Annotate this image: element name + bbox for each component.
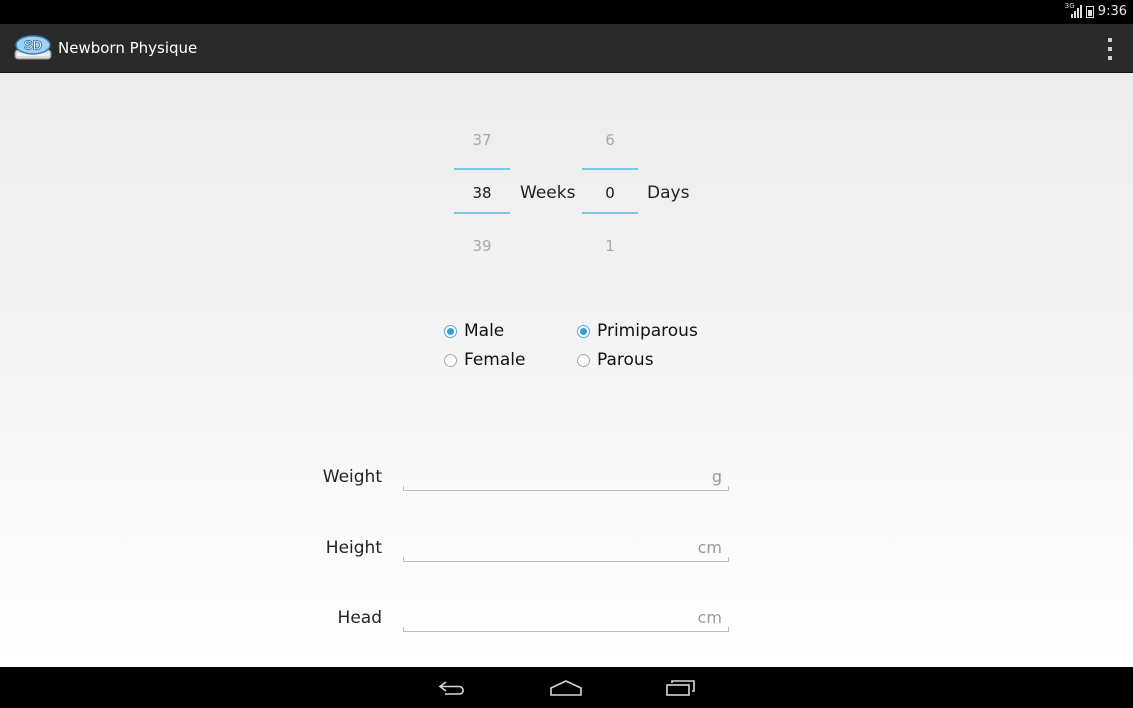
days-prev-value[interactable]: 6	[582, 131, 638, 149]
radio-male-label[interactable]: Male	[464, 321, 504, 341]
back-icon[interactable]	[437, 679, 469, 697]
days-unit-label: Days	[647, 183, 690, 203]
radio-unchecked-icon[interactable]	[577, 353, 590, 367]
weeks-next-value[interactable]: 39	[454, 237, 510, 255]
signal-icon: 3G	[1064, 2, 1082, 18]
days-current-value[interactable]: 0	[582, 184, 638, 202]
recent-apps-icon[interactable]	[664, 679, 696, 697]
radio-female[interactable]: Female	[444, 350, 525, 370]
days-selection-line-bottom	[582, 212, 638, 214]
radio-male[interactable]: Male	[444, 321, 504, 341]
radio-parous[interactable]: Parous	[577, 350, 654, 370]
height-input[interactable]	[403, 534, 729, 560]
weeks-prev-value[interactable]: 37	[454, 131, 510, 149]
status-bar: 3G 9:36	[0, 0, 1133, 24]
head-input[interactable]	[403, 604, 729, 630]
radio-primiparous[interactable]: Primiparous	[577, 321, 698, 341]
head-field[interactable]	[403, 604, 729, 632]
weeks-selection-line-top	[454, 168, 510, 170]
home-button[interactable]	[544, 675, 588, 701]
action-bar: SD Newborn Physique	[0, 24, 1133, 73]
height-label: Height	[325, 538, 382, 558]
recent-apps-button[interactable]	[658, 675, 702, 701]
radio-parous-label[interactable]: Parous	[597, 350, 654, 370]
network-type-label: 3G	[1064, 2, 1075, 10]
weeks-current-value[interactable]: 38	[454, 184, 510, 202]
radio-female-label[interactable]: Female	[464, 350, 525, 370]
navigation-bar	[0, 667, 1133, 708]
height-field[interactable]	[403, 534, 729, 562]
app-icon-text: SD	[24, 38, 42, 53]
weeks-selection-line-bottom	[454, 212, 510, 214]
radio-checked-icon[interactable]	[577, 324, 590, 338]
home-icon[interactable]	[549, 679, 583, 697]
head-label: Head	[337, 608, 382, 628]
weight-label: Weight	[322, 467, 382, 487]
app-title: Newborn Physique	[58, 39, 198, 57]
days-picker[interactable]: 6 0 1	[582, 128, 638, 258]
app-icon[interactable]: SD	[14, 35, 52, 61]
radio-unchecked-icon[interactable]	[444, 353, 457, 367]
battery-icon	[1085, 5, 1094, 18]
main-content: 37 38 39 Weeks 6 0 1 Days Male Female Pr…	[0, 73, 1133, 667]
status-icons: 3G 9:36	[1064, 2, 1127, 19]
back-button[interactable]	[431, 675, 475, 701]
radio-checked-icon[interactable]	[444, 324, 457, 338]
overflow-menu-icon[interactable]	[1106, 38, 1114, 60]
weeks-picker[interactable]: 37 38 39	[454, 128, 510, 258]
radio-primiparous-label[interactable]: Primiparous	[597, 321, 698, 341]
weight-input[interactable]	[403, 463, 729, 489]
weeks-unit-label: Weeks	[520, 183, 576, 203]
weight-field[interactable]	[403, 463, 729, 491]
clock: 9:36	[1097, 4, 1127, 19]
days-next-value[interactable]: 1	[582, 237, 638, 255]
days-selection-line-top	[582, 168, 638, 170]
